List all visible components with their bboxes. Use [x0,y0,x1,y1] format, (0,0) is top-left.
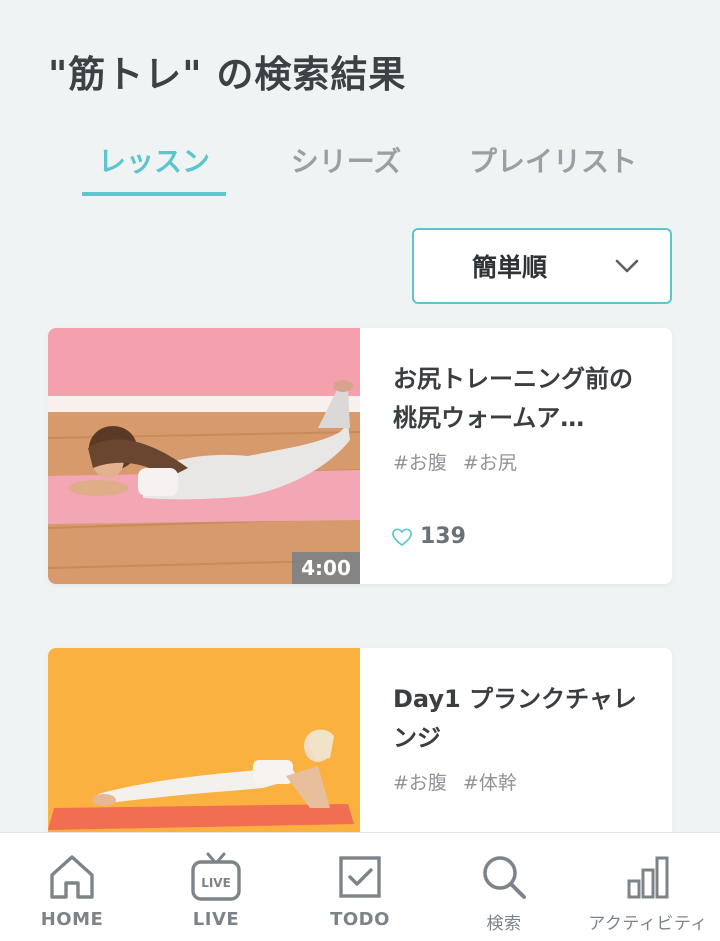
nav-live[interactable]: LIVE LIVE [144,833,288,941]
tab-lessons-label: レッスン [97,145,210,178]
lesson-title: お尻トレーニング前の桃尻ウォームア… [393,365,633,432]
nav-search-label: 検索 [486,914,522,934]
tag[interactable]: #お腹 [393,772,447,794]
search-icon [483,856,526,899]
chevron-down-icon [615,259,639,273]
nav-todo[interactable]: TODO [288,833,432,941]
heart-icon [392,527,412,546]
lesson-title: Day1 プランクチャレンジ [393,685,637,752]
sort-dropdown[interactable]: 簡単順 [412,228,672,304]
like-button[interactable]: 139 [391,524,466,549]
sort-selected-value: 簡単順 [472,253,548,282]
lesson-card[interactable]: 4:00 お尻トレーニング前の桃尻ウォームア… #お腹 #お尻 139 [48,328,672,584]
result-tabs: レッスン シリーズ プレイリスト [0,140,720,200]
like-count: 139 [420,524,466,549]
lesson-tags: #お腹 #お尻 [393,448,533,475]
tab-series-label: シリーズ [290,145,402,178]
lesson-thumbnail: 4:00 [48,328,360,584]
activity-bar-chart-icon [627,856,669,899]
duration-badge: 4:00 [292,552,360,584]
bottom-navigation: HOME LIVE LIVE TODO 検索 アクティビティ [0,832,720,941]
page-title: "筋トレ" の検索結果 [48,53,407,96]
tab-playlists[interactable]: プレイリスト [458,140,648,196]
tag[interactable]: #お尻 [463,452,517,474]
lesson-tags: #お腹 #体幹 [393,768,533,795]
nav-activity[interactable]: アクティビティ [576,833,720,941]
nav-live-label: LIVE [192,909,240,930]
tab-lessons[interactable]: レッスン [82,140,226,196]
tab-playlists-label: プレイリスト [468,145,637,178]
tag[interactable]: #体幹 [463,772,517,794]
live-badge-text: LIVE [201,876,231,890]
nav-home[interactable]: HOME [0,833,144,941]
nav-search[interactable]: 検索 [432,833,576,941]
live-tv-icon: LIVE [191,852,241,901]
tab-series[interactable]: シリーズ [276,140,416,196]
nav-todo-label: TODO [330,909,390,930]
nav-home-label: HOME [40,909,104,930]
home-icon [50,855,94,899]
todo-checkbox-icon [339,856,381,898]
nav-activity-label: アクティビティ [588,914,708,934]
tag[interactable]: #お腹 [393,452,447,474]
